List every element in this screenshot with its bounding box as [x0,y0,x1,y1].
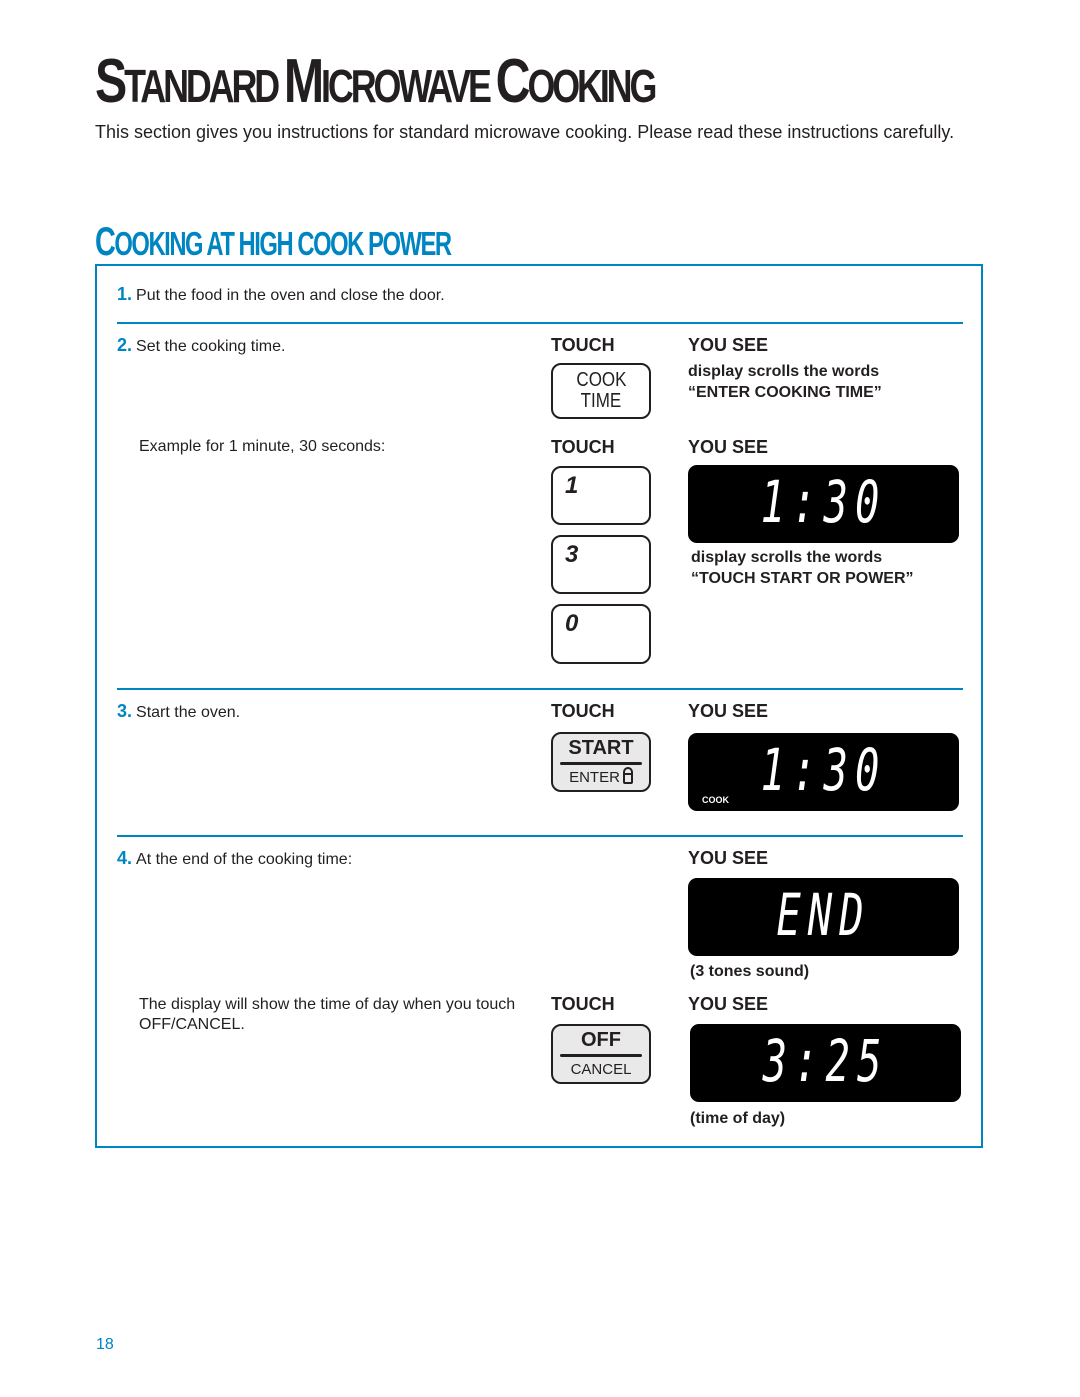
digit-key-1[interactable]: 1 [551,466,651,525]
step-number: 4. [117,848,133,868]
result-line: display scrolls the words [691,549,883,566]
step-2: 2. Set the cooking time. [117,335,285,357]
step-number: 2. [117,335,133,355]
key-label: OFF [581,1029,621,1051]
you-see-label: YOU SEE [688,848,769,868]
lcd-display: END [688,878,959,956]
example-text: Example for 1 minute, 30 seconds: [139,438,386,455]
key-label: COOK [575,369,627,391]
key-label: 0 [565,610,579,637]
key-label: START [568,737,634,759]
step-3: 3. Start the oven. [117,701,240,723]
you-see-label: YOU SEE [688,994,769,1014]
section-title: COOKING AT HIGH COOK POWER [95,220,452,264]
result-line: “ENTER COOKING TIME” [688,384,882,401]
display-note: (time of day) [690,1110,786,1127]
cook-time-key[interactable]: COOK TIME [551,363,651,419]
off-cancel-key[interactable]: OFF CANCEL [551,1024,651,1084]
page-title: STANDARD MICROWAVE COOKING [95,47,657,116]
display-mode-indicator: COOK [702,795,729,805]
step-4: 4. At the end of the cooking time: [117,848,352,870]
result-line: “TOUCH START OR POWER” [691,570,914,587]
result-line: display scrolls the words [688,363,880,380]
step-text: Set the cooking time. [136,338,286,355]
key-divider [560,762,642,765]
lcd-display: 1:30 COOK [688,733,959,811]
digit-key-0[interactable]: 0 [551,604,651,664]
display-note: (3 tones sound) [690,963,810,980]
intro-paragraph: This section gives you instructions for … [95,122,955,142]
display-readout: 3:25 [762,1027,889,1095]
touch-label: TOUCH [551,994,615,1014]
start-enter-key[interactable]: START ENTER [551,732,651,792]
divider [117,322,963,324]
display-readout: END [776,881,871,949]
step-number: 1. [117,284,133,304]
you-see-label: YOU SEE [688,437,769,457]
lcd-display: 3:25 [690,1024,961,1102]
step-text: At the end of the cooking time: [136,851,353,868]
lcd-display: 1:30 [688,465,959,543]
touch-label: TOUCH [551,437,615,457]
result-text: display scrolls the words “TOUCH START O… [691,547,914,589]
touch-label: TOUCH [551,335,615,355]
page-number: 18 [96,1336,114,1353]
key-label: TIME [580,390,622,412]
divider [117,688,963,690]
digit-key-3[interactable]: 3 [551,535,651,594]
step-text: Start the oven. [136,704,241,721]
step-number: 3. [117,701,133,721]
display-readout: 1:30 [760,468,887,536]
divider [117,835,963,837]
key-label: 3 [565,541,579,568]
you-see-label: YOU SEE [688,701,769,721]
key-divider [560,1054,642,1057]
touch-label: TOUCH [551,701,615,721]
key-sublabel: ENTER [553,767,649,786]
step-1: 1. Put the food in the oven and close the… [117,284,445,306]
lock-icon [622,767,633,784]
subtext: The display will show the time of day wh… [139,996,516,1033]
step-text: Put the food in the oven and close the d… [136,287,445,304]
key-label: 1 [565,472,579,499]
display-readout: 1:30 [760,736,887,804]
you-see-label: YOU SEE [688,335,769,355]
result-text: display scrolls the words “ENTER COOKING… [688,361,882,403]
key-sublabel: CANCEL [570,1061,632,1078]
